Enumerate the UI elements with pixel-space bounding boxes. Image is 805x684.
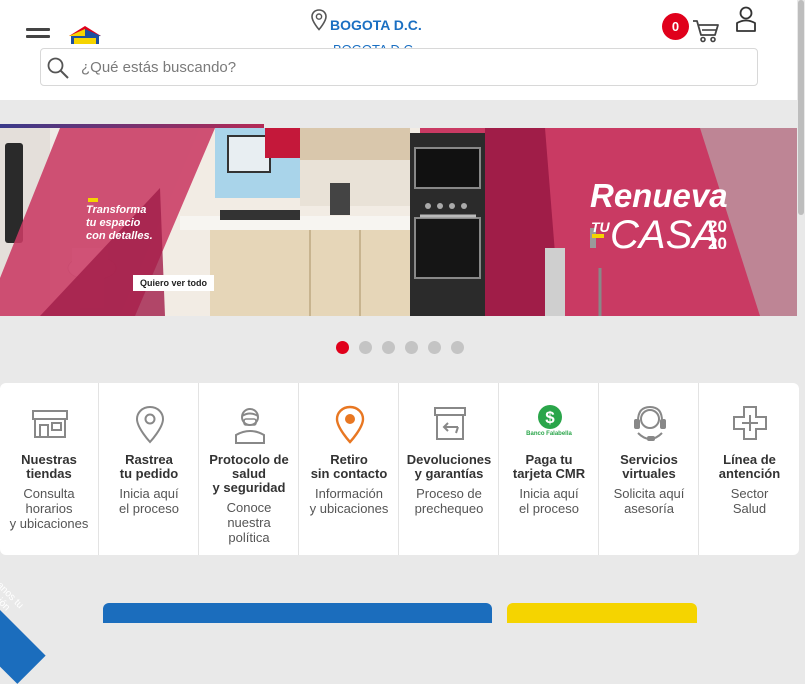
service-title: antención (718, 466, 781, 481)
service-title: Retiro (330, 452, 368, 467)
service-desc: Conoce (226, 500, 272, 515)
service-title: Paga tu (525, 452, 573, 467)
carousel-dot[interactable] (428, 341, 441, 354)
medical-cross-icon (733, 406, 767, 440)
banco-falabella-label: Banco Falabella (526, 431, 572, 437)
service-desc: Consulta (23, 486, 75, 501)
service-title: tiendas (26, 466, 72, 481)
tagline-line-3: con detalles. (86, 230, 153, 242)
service-title: tu pedido (119, 466, 179, 481)
service-desc: Proceso de (416, 486, 482, 501)
tagline-line-1: Transforma (86, 204, 147, 216)
service-title: Nuestras (21, 452, 77, 467)
banco-falabella-icon: $ (538, 405, 562, 429)
cart-count-badge[interactable]: 0 (662, 13, 689, 40)
service-title: tarjeta CMR (512, 466, 586, 481)
cart-icon[interactable] (692, 18, 720, 44)
service-desc: asesoría (624, 501, 674, 516)
service-pay-cmr[interactable]: $ Banco Falabella Paga tu tarjeta CMR In… (500, 383, 599, 555)
top-header: BOGOTA D.C. BOGOTA D.C. 0 ¿Qué estás bus… (0, 0, 805, 100)
service-contactless-pickup[interactable]: Retiro sin contacto Información y ubicac… (300, 383, 399, 555)
service-desc: horarios (25, 501, 73, 516)
banner-year-top: 20 (708, 217, 727, 236)
search-input[interactable]: ¿Qué estás buscando? (81, 59, 236, 76)
banner-sub-casa: CASA (610, 213, 719, 257)
store-icon (32, 410, 68, 438)
headset-icon (634, 405, 666, 441)
carousel-dot[interactable] (359, 341, 372, 354)
carousel-dot[interactable] (405, 341, 418, 354)
carousel-dot[interactable] (382, 341, 395, 354)
service-title: Servicios (620, 452, 678, 467)
service-desc: Inicia aquí (519, 486, 579, 501)
service-health-line[interactable]: Línea de antención Sector Salud (700, 383, 799, 555)
returns-box-icon (434, 407, 466, 440)
banner-left-tagline: Transforma tu espacio con detalles. (86, 204, 153, 243)
service-desc: nuestra (227, 515, 271, 530)
service-title: Devoluciones (406, 452, 492, 467)
service-title: Línea de (723, 452, 776, 467)
service-track-order[interactable]: Rastrea tu pedido Inicia aquí el proceso (100, 383, 199, 555)
search-icon[interactable] (46, 56, 70, 80)
location-pin-icon (311, 9, 327, 31)
service-title: Rastrea (125, 452, 173, 467)
services-panel: Nuestras tiendas Consulta horarios y ubi… (0, 383, 799, 555)
location-primary[interactable]: BOGOTA D.C. (330, 17, 422, 33)
health-worker-icon (235, 408, 265, 444)
service-returns[interactable]: Devoluciones y garantías Proceso de prec… (400, 383, 499, 555)
bottom-card-blue[interactable] (103, 603, 492, 623)
search-bar[interactable]: ¿Qué estás buscando? (40, 48, 758, 86)
carousel-dot[interactable] (451, 341, 464, 354)
banner-cta-button[interactable]: Quiero ver todo (133, 275, 215, 291)
service-desc: Inicia aquí (119, 486, 179, 501)
service-title: virtuales (622, 466, 676, 481)
service-desc: política (228, 530, 270, 545)
banner-headline: Renueva (590, 177, 728, 214)
service-title: salud (232, 466, 266, 481)
service-desc: Solicita aquí (613, 486, 685, 501)
service-desc: Información (315, 486, 383, 501)
service-health-protocol[interactable]: Protocolo de salud y seguridad Conoce nu… (200, 383, 299, 555)
service-virtual[interactable]: Servicios virtuales Solicita aquí asesor… (600, 383, 699, 555)
hamburger-menu-button[interactable] (26, 28, 52, 44)
scrollbar-thumb[interactable] (798, 0, 804, 215)
service-desc: y ubicaciones (309, 501, 389, 516)
banner-year-bottom: 20 (708, 234, 727, 253)
user-account-icon[interactable] (734, 5, 758, 33)
tagline-line-2: tu espacio (86, 217, 141, 229)
location-pin-icon (135, 405, 165, 444)
service-desc: Salud (732, 501, 767, 516)
service-desc: Sector (730, 486, 769, 501)
bottom-card-yellow[interactable] (507, 603, 697, 623)
store-logo[interactable] (67, 24, 105, 46)
service-desc: el proceso (119, 501, 179, 516)
banner-sub-tu: TU (591, 219, 610, 235)
carousel-dot[interactable] (336, 341, 349, 354)
service-store-locator[interactable]: Nuestras tiendas Consulta horarios y ubi… (0, 383, 99, 555)
hero-banner[interactable]: Transforma tu espacio con detalles. Quie… (0, 128, 797, 316)
service-title: sin contacto (310, 466, 388, 481)
service-title: y seguridad (212, 480, 286, 495)
service-desc: el proceso (519, 501, 579, 516)
service-desc: prechequeo (414, 501, 484, 516)
service-title: y garantías (414, 466, 484, 481)
service-title: Protocolo de (209, 452, 289, 467)
service-desc: y ubicaciones (9, 516, 89, 531)
svg-text:$: $ (545, 408, 555, 427)
pickup-pin-icon (335, 405, 365, 444)
